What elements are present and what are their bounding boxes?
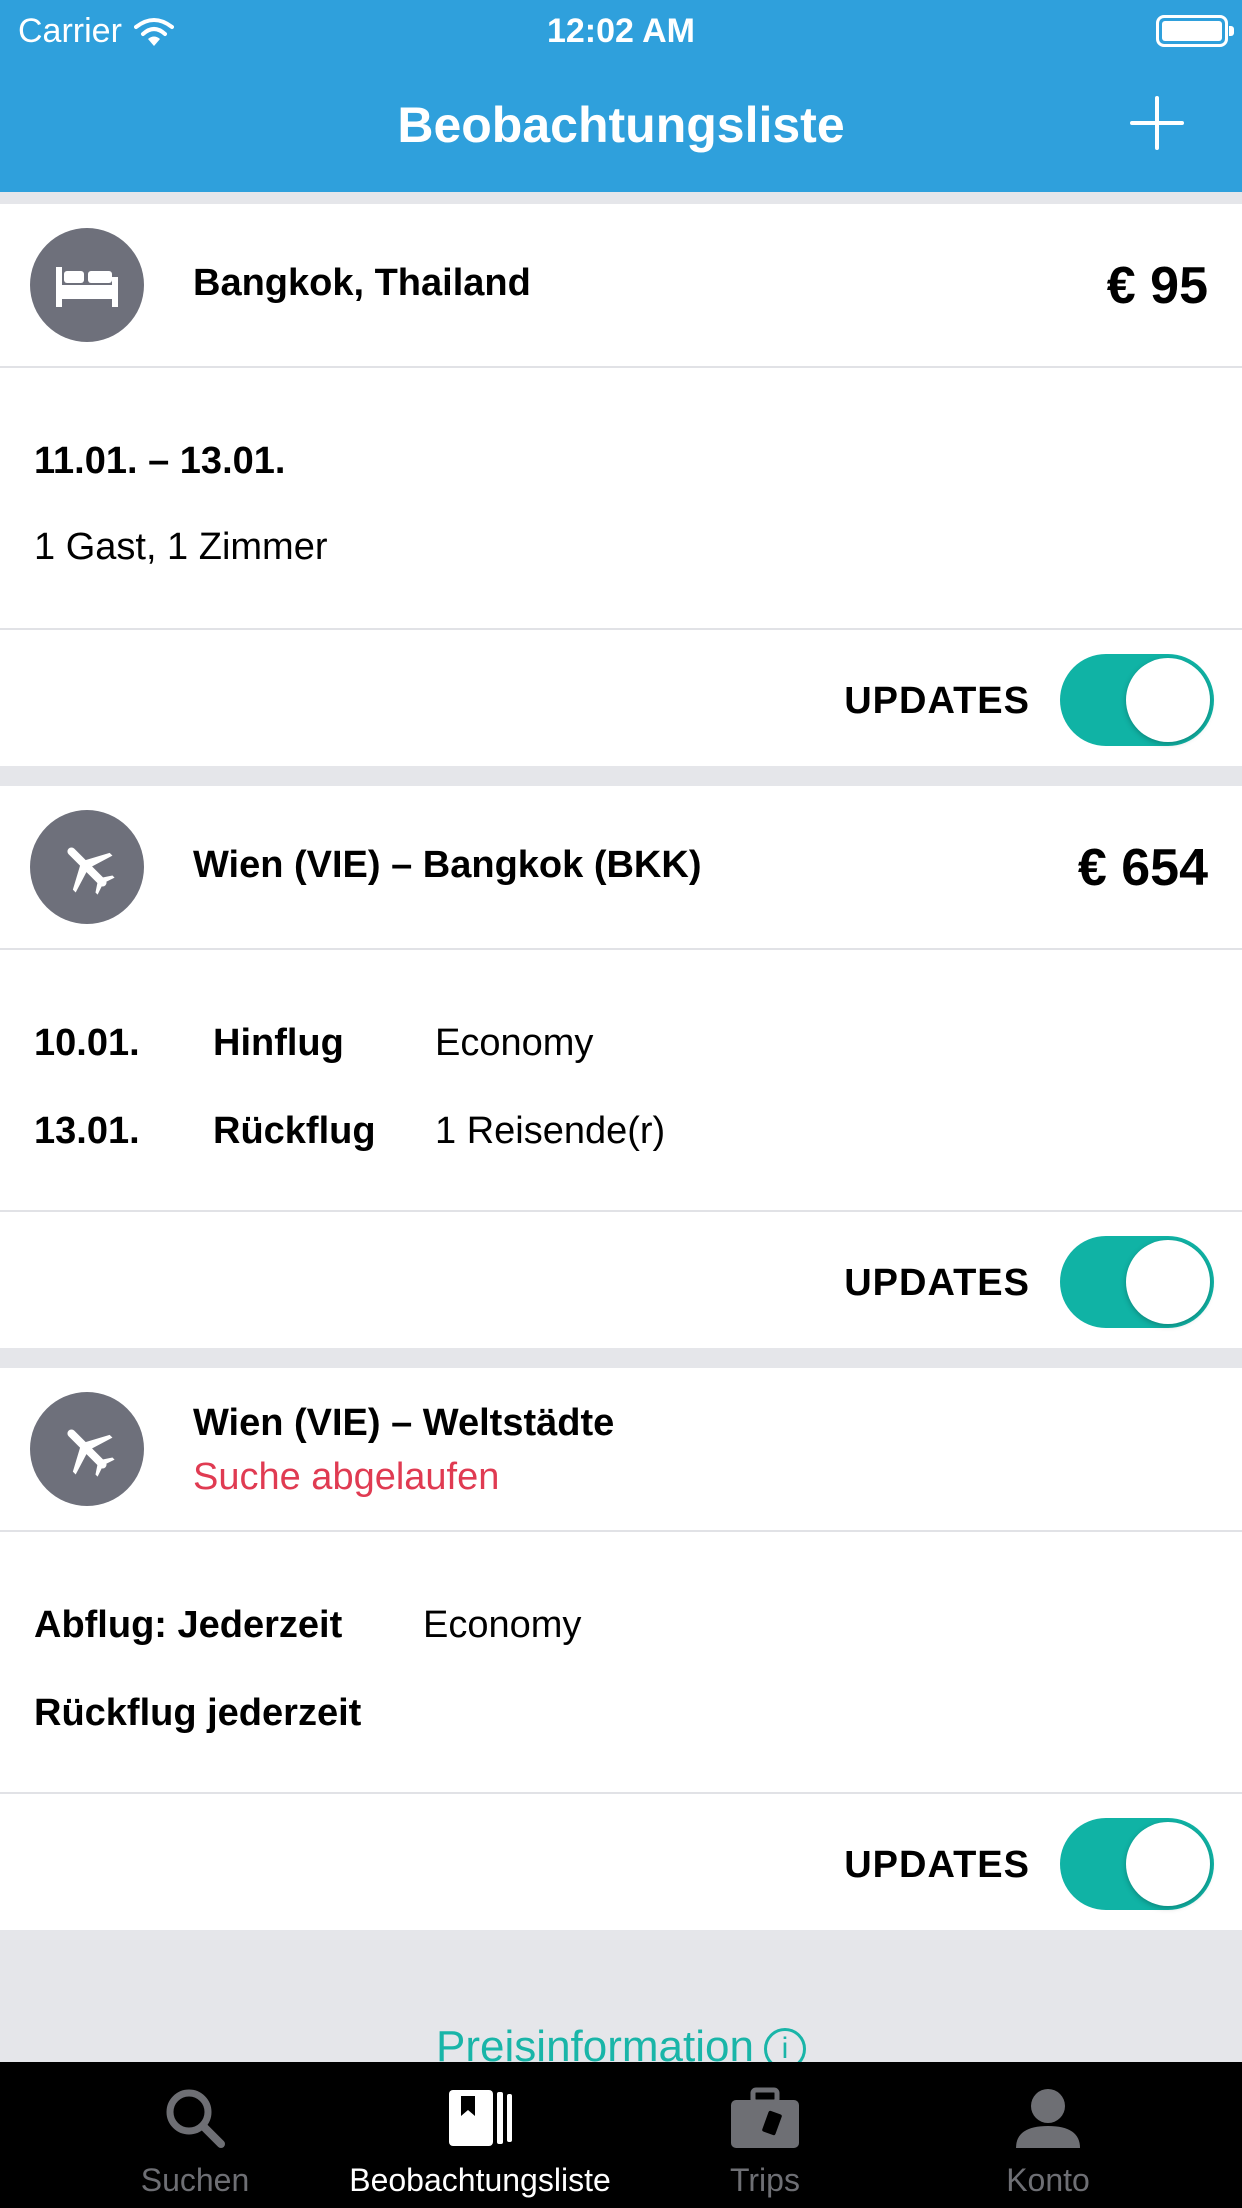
outbound-date: 10.01. — [34, 1022, 140, 1064]
status-time: 12:02 AM — [546, 12, 696, 50]
search-icon — [166, 2089, 225, 2148]
updates-label: UPDATES — [844, 1844, 1030, 1886]
updates-toggle[interactable] — [1060, 654, 1214, 746]
card-header[interactable]: Wien (VIE) – Bangkok (BKK) € 654 — [0, 786, 1242, 950]
status-bar: Carrier 12:02 AM — [0, 0, 1242, 62]
suitcase-icon — [731, 2087, 799, 2148]
tab-search[interactable]: Suchen — [40, 2062, 350, 2208]
departure-info: Abflug: Jederzeit — [34, 1604, 343, 1646]
cabin-class: Economy — [423, 1604, 582, 1646]
watchlist-icon — [449, 2090, 512, 2146]
watchlist-card-flight-expired[interactable]: Wien (VIE) – Weltstädte Suche abgelaufen… — [0, 1368, 1242, 1930]
updates-toggle[interactable] — [1060, 1818, 1214, 1910]
page-title: Beobachtungsliste — [397, 97, 845, 153]
card-title: Wien (VIE) – Weltstädte — [193, 1402, 615, 1444]
plus-icon[interactable] — [1130, 96, 1184, 150]
cabin-class: Economy — [435, 1022, 594, 1064]
card-details: 10.01. Hinflug Economy 13.01. Rückflug 1… — [0, 950, 1242, 1212]
airplane-icon — [30, 1392, 144, 1506]
card-price: € 654 — [1077, 839, 1208, 897]
hotel-dates: 11.01. – 13.01. — [34, 440, 286, 482]
airplane-icon — [30, 810, 144, 924]
expired-status: Suche abgelaufen — [193, 1456, 500, 1498]
return-label: Rückflug — [213, 1110, 376, 1152]
bed-icon — [30, 228, 144, 342]
watchlist-card-flight[interactable]: Wien (VIE) – Bangkok (BKK) € 654 10.01. … — [0, 786, 1242, 1348]
toggle-knob — [1126, 658, 1210, 742]
tab-label: Konto — [1006, 2162, 1090, 2198]
card-footer: UPDATES — [0, 1212, 1242, 1348]
tab-account[interactable]: Konto — [893, 2062, 1203, 2208]
travelers-count: 1 Reisende(r) — [435, 1110, 666, 1152]
tab-watchlist[interactable]: Beobachtungsliste — [325, 2062, 635, 2208]
card-footer: UPDATES — [0, 1794, 1242, 1930]
toggle-knob — [1126, 1240, 1210, 1324]
updates-label: UPDATES — [844, 680, 1030, 722]
card-price: € 95 — [1106, 257, 1208, 315]
battery-icon — [1156, 15, 1234, 47]
tab-bar: Suchen Beobachtungsliste Trips Konto — [0, 2062, 1242, 2208]
tab-label: Suchen — [140, 2162, 250, 2198]
card-title: Wien (VIE) – Bangkok (BKK) — [193, 844, 702, 886]
card-header[interactable]: Wien (VIE) – Weltstädte Suche abgelaufen — [0, 1368, 1242, 1532]
card-title: Bangkok, Thailand — [193, 262, 531, 304]
tab-label: Trips — [730, 2162, 800, 2198]
person-icon — [1016, 2089, 1080, 2148]
watchlist-card-hotel[interactable]: Bangkok, Thailand € 95 11.01. – 13.01. 1… — [0, 204, 1242, 766]
updates-toggle[interactable] — [1060, 1236, 1214, 1328]
app-header: Carrier 12:02 AM Beobachtungsliste — [0, 0, 1242, 192]
updates-label: UPDATES — [844, 1262, 1030, 1304]
toggle-knob — [1126, 1822, 1210, 1906]
return-date: 13.01. — [34, 1110, 140, 1152]
card-footer: UPDATES — [0, 630, 1242, 766]
hotel-guests: 1 Gast, 1 Zimmer — [34, 526, 328, 568]
card-details: 11.01. – 13.01. 1 Gast, 1 Zimmer — [0, 368, 1242, 630]
outbound-label: Hinflug — [213, 1022, 344, 1064]
card-details: Abflug: Jederzeit Economy Rückflug jeder… — [0, 1532, 1242, 1794]
card-header[interactable]: Bangkok, Thailand € 95 — [0, 204, 1242, 368]
tab-label: Beobachtungsliste — [349, 2162, 611, 2198]
tab-trips[interactable]: Trips — [610, 2062, 920, 2208]
return-info: Rückflug jederzeit — [34, 1692, 362, 1734]
